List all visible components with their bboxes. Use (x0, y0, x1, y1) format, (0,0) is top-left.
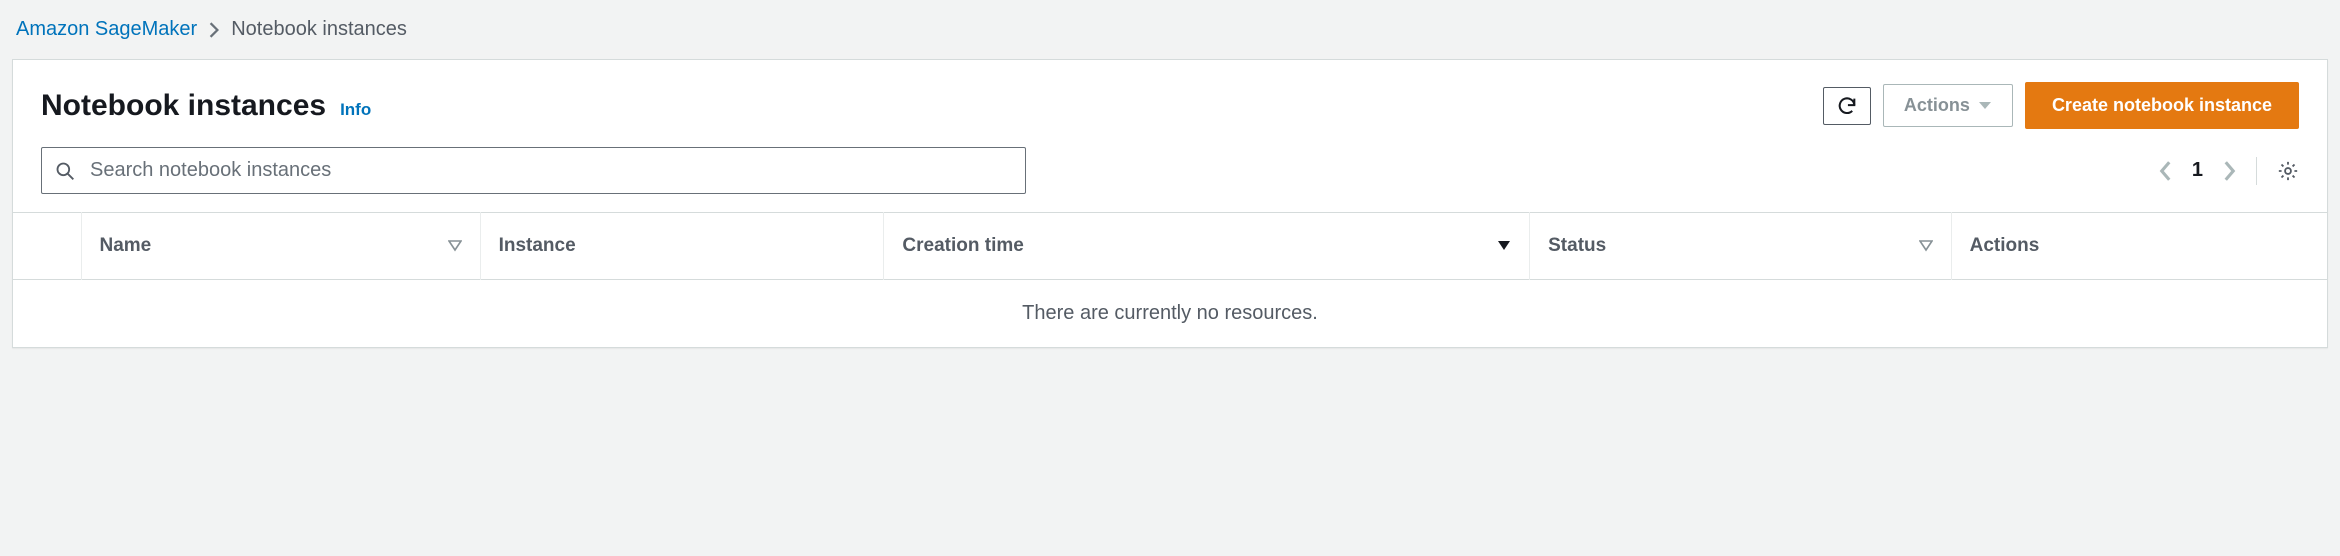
sort-icon (448, 240, 462, 252)
column-select-all (13, 213, 81, 280)
column-label: Name (100, 235, 152, 257)
column-header-name[interactable]: Name (81, 213, 480, 280)
sort-desc-icon (1497, 240, 1511, 252)
breadcrumb-current: Notebook instances (231, 18, 407, 41)
refresh-icon (1836, 95, 1858, 117)
info-link[interactable]: Info (340, 100, 371, 120)
column-label: Instance (499, 235, 576, 257)
column-header-creation-time[interactable]: Creation time (884, 213, 1530, 280)
actions-dropdown-button[interactable]: Actions (1883, 84, 2013, 127)
table-empty-row: There are currently no resources. (13, 280, 2327, 348)
header-actions: Actions Create notebook instance (1823, 82, 2299, 129)
column-label: Actions (1970, 235, 2040, 257)
search-container (41, 147, 1026, 194)
search-icon (55, 161, 75, 181)
notebook-instances-table: Name Instance Creation time (13, 212, 2327, 347)
caret-down-icon (1978, 101, 1992, 111)
pagination-next-button[interactable] (2223, 161, 2236, 181)
actions-label: Actions (1904, 93, 1970, 118)
toolbar: 1 (13, 147, 2327, 212)
breadcrumb: Amazon SageMaker Notebook instances (12, 18, 2328, 41)
column-header-instance[interactable]: Instance (480, 213, 884, 280)
create-notebook-instance-button[interactable]: Create notebook instance (2025, 82, 2299, 129)
empty-message: There are currently no resources. (13, 280, 2327, 348)
pagination-prev-button[interactable] (2159, 161, 2172, 181)
notebook-instances-panel: Notebook instances Info Actions Create n… (12, 59, 2328, 348)
chevron-right-icon (209, 22, 219, 38)
gear-icon (2277, 160, 2299, 182)
column-label: Status (1548, 235, 1606, 257)
panel-header: Notebook instances Info Actions Create n… (13, 60, 2327, 147)
column-header-status[interactable]: Status (1530, 213, 1951, 280)
page-title: Notebook instances (41, 89, 326, 123)
column-header-actions: Actions (1951, 213, 2327, 280)
panel-title-group: Notebook instances Info (41, 89, 371, 123)
refresh-button[interactable] (1823, 87, 1871, 125)
pagination: 1 (2159, 157, 2299, 185)
column-label: Creation time (902, 235, 1023, 257)
pagination-current-page: 1 (2192, 159, 2203, 182)
divider (2256, 157, 2257, 185)
sort-icon (1919, 240, 1933, 252)
search-input[interactable] (41, 147, 1026, 194)
breadcrumb-parent-link[interactable]: Amazon SageMaker (16, 18, 197, 41)
settings-button[interactable] (2277, 160, 2299, 182)
